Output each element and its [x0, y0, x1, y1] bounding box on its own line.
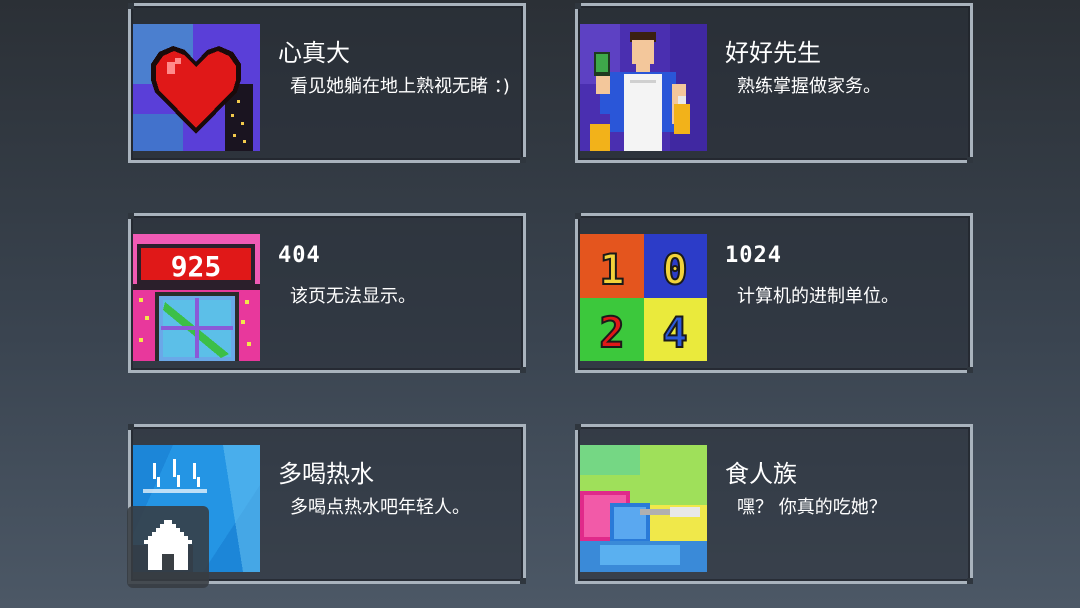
achievement-title: 多喝热水	[278, 460, 374, 488]
home-icon	[144, 520, 192, 570]
achievement-title: 好好先生	[725, 39, 821, 67]
achievement-description: 该页无法显示。	[290, 286, 416, 307]
tile-digit-3: 2	[599, 308, 624, 357]
achievement-title: 心真大	[278, 39, 350, 67]
pixel-925-shop-icon: 925	[133, 234, 260, 361]
achievement-card-cannibal[interactable]: 食人族 嘿？ 你真的吃她？	[575, 424, 973, 584]
achievement-title: 404	[278, 243, 321, 268]
achievement-description: 多喝点热水吧年轻人。	[290, 497, 470, 518]
pixel-housekeeper-icon	[580, 24, 707, 151]
pixel-1024-tiles-icon: 1 0 2 4	[580, 234, 707, 361]
achievement-card-404[interactable]: 925 404 该页无法显示。	[128, 213, 526, 373]
achievement-description: 看见她躺在地上熟视无睹 ：)	[290, 76, 510, 97]
achievement-description: 熟练掌握做家务。	[737, 76, 881, 97]
achievement-title: 食人族	[725, 460, 797, 488]
achievement-description: 计算机的进制单位。	[737, 286, 899, 307]
pixel-cannibal-icon	[580, 445, 707, 572]
pixel-heart-icon	[133, 24, 260, 151]
tile-digit-1: 1	[599, 245, 624, 294]
achievement-card-housekeeper[interactable]: 好好先生 熟练掌握做家务。	[575, 3, 973, 163]
achievement-card-1024[interactable]: 1 0 2 4 1024 计算机的进制单位。	[575, 213, 973, 373]
achievement-title: 1024	[725, 243, 782, 268]
shop-sign-text: 925	[171, 250, 222, 283]
tile-digit-4: 4	[662, 308, 687, 357]
tile-digit-2: 0	[662, 245, 687, 294]
home-button[interactable]	[127, 506, 209, 588]
achievement-description: 嘿？ 你真的吃她？	[737, 497, 887, 518]
achievement-card-heart[interactable]: 心真大 看见她躺在地上熟视无睹 ：)	[128, 3, 526, 163]
